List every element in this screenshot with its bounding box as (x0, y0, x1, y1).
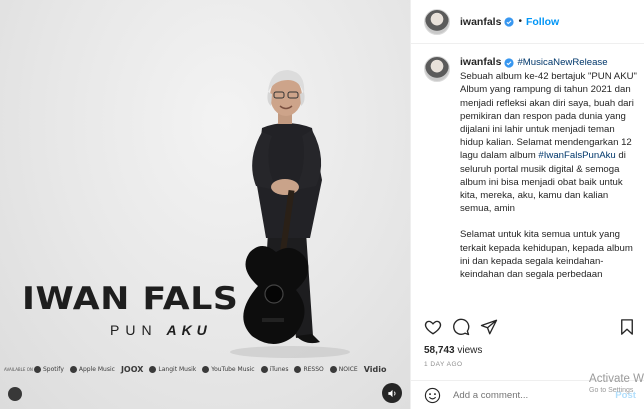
spotify-icon (34, 365, 41, 373)
caption-body: iwanfals #MusicaNewRelease Sebuah album … (460, 56, 638, 308)
comment-input[interactable] (453, 389, 573, 401)
bookmark-icon[interactable] (618, 318, 636, 336)
reel-indicator-icon (8, 387, 22, 401)
hashtag-link[interactable]: #MusicaNewRelease (517, 56, 607, 69)
langit-icon (149, 365, 157, 373)
itunes-icon (260, 365, 268, 373)
post-side-panel: iwanfals • Follow iwanfals #MusicaNewRel… (410, 0, 644, 409)
caption-paragraph-2: Selamat untuk kita semua untuk yang terk… (460, 229, 633, 281)
watermark-line-2: Go to Settings (589, 387, 634, 394)
hashtag-link[interactable]: #IwanFalsPunAku (538, 150, 615, 161)
apple-icon (69, 365, 77, 373)
share-icon[interactable] (480, 318, 498, 336)
artist-photo (230, 70, 350, 358)
sound-toggle-button[interactable] (382, 383, 402, 403)
like-heart-icon[interactable] (424, 318, 442, 336)
post-header: iwanfals • Follow (411, 0, 644, 44)
caption-text: Sebuah album ke-42 bertajuk "PUN AKU" Al… (460, 70, 638, 281)
verified-badge-icon (504, 58, 515, 68)
platform-langit-musik: Langit Musik (149, 365, 196, 373)
caption-avatar[interactable] (424, 56, 450, 82)
platform-youtube-music: YouTube Music (202, 365, 255, 373)
header-username[interactable]: iwanfals (460, 16, 501, 28)
album-title-word-1: PUN (110, 322, 158, 338)
platform-itunes: iTunes (260, 365, 288, 373)
platform-joox: JOOX (120, 364, 144, 374)
action-bar (424, 316, 636, 338)
watermark-line-1: Activate W (589, 373, 644, 385)
platforms-caption: AVAILABLE ON (4, 366, 33, 372)
platform-resso: RESSO (294, 365, 324, 373)
avatar[interactable] (424, 8, 450, 35)
post-media[interactable]: IWAN FALS PUN AKU AVAILABLE ON Spotify A… (0, 0, 410, 409)
youtube-music-icon (202, 365, 210, 373)
platform-apple-music: Apple Music (69, 365, 115, 373)
follow-button[interactable]: Follow (526, 16, 559, 28)
emoji-icon[interactable] (424, 387, 441, 404)
caption-scrollbar[interactable] (640, 58, 643, 308)
platform-noice: NOICE (329, 365, 358, 373)
streaming-platforms: AVAILABLE ON Spotify Apple Music JOOX La… (4, 362, 404, 376)
caption-paragraph-1: Sebuah album ke-42 bertajuk "PUN AKU" Al… (460, 71, 637, 215)
platform-spotify: Spotify (34, 365, 64, 373)
platform-vidio: Vidio (363, 364, 387, 374)
header-separator: • (518, 16, 522, 27)
verified-badge-icon (504, 16, 515, 27)
caption: iwanfals #MusicaNewRelease Sebuah album … (424, 56, 638, 308)
activate-windows-watermark: Activate W Go to Settings (589, 373, 644, 394)
resso-icon (294, 365, 302, 373)
comment-icon[interactable] (452, 318, 470, 336)
caption-head: iwanfals #MusicaNewRelease (460, 56, 638, 69)
album-title: PUN AKU (110, 322, 212, 338)
speaker-icon (387, 389, 395, 397)
caption-username[interactable]: iwanfals (460, 56, 501, 69)
post-timestamp[interactable]: 1 DAY AGO (424, 361, 463, 368)
noice-icon (329, 365, 337, 373)
artist-logo-text: IWAN FALS (22, 281, 239, 317)
album-title-word-2: AKU (166, 322, 212, 338)
views-count[interactable]: 58,743 views (424, 345, 482, 356)
